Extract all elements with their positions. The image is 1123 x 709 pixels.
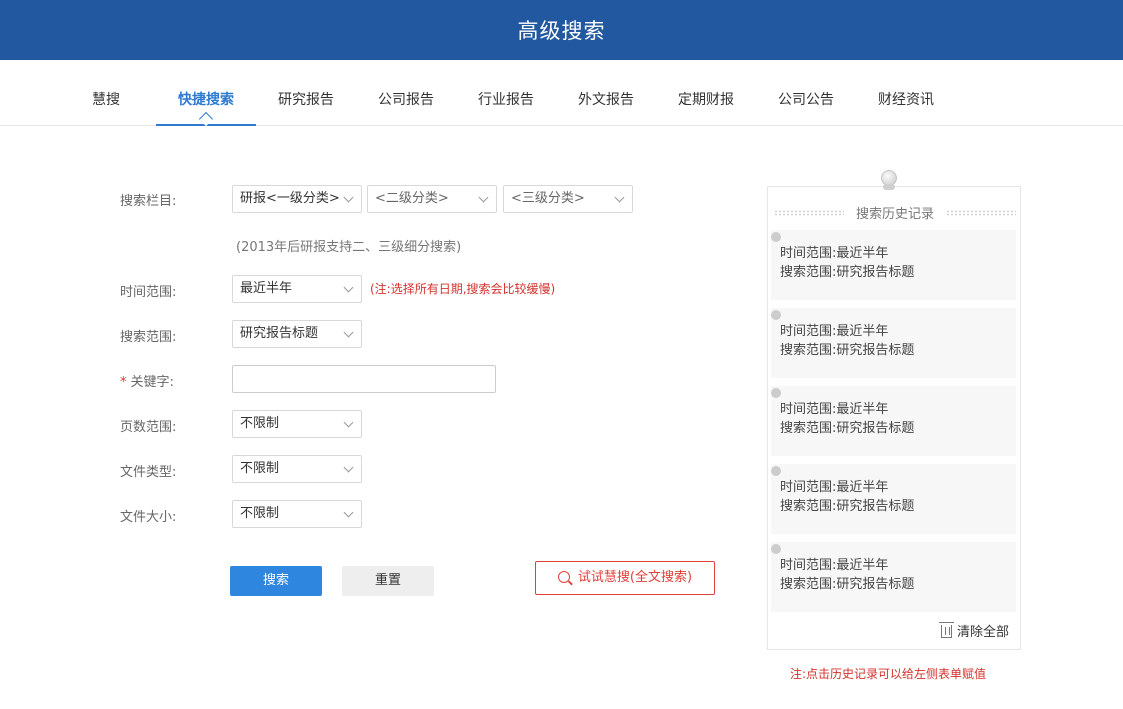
bullet-icon: [771, 466, 781, 476]
chevron-down-icon: [478, 192, 489, 203]
required-star: *: [120, 375, 127, 390]
active-tab-caret: [198, 111, 214, 127]
history-item[interactable]: 时间范围:最近半年 搜索范围:研究报告标题: [771, 230, 1016, 300]
search-scope-select[interactable]: 研究报告标题: [232, 320, 362, 348]
bullet-icon: [771, 388, 781, 398]
tab-company-announcements[interactable]: 公司公告: [766, 60, 846, 126]
bullet-icon: [771, 544, 781, 554]
time-range-select[interactable]: 最近半年: [232, 275, 362, 303]
try-huisou-button[interactable]: 试试慧搜(全文搜索): [535, 561, 715, 595]
history-scope: 搜索范围:研究报告标题: [780, 421, 915, 436]
tab-industry-reports[interactable]: 行业报告: [466, 60, 546, 126]
select-value: <二级分类>: [375, 191, 449, 206]
history-time: 时间范围:最近半年: [780, 324, 889, 339]
page-range-label: 页数范围:: [120, 420, 177, 435]
tab-quick-search[interactable]: 快捷搜索: [156, 60, 256, 127]
time-range-note: (注:选择所有日期,搜索会比较缓慢): [370, 282, 556, 296]
history-scope: 搜索范围:研究报告标题: [780, 265, 915, 280]
select-value: 研报<一级分类>: [240, 191, 340, 206]
page-header: 高级搜索: [0, 0, 1123, 60]
history-scope: 搜索范围:研究报告标题: [780, 499, 915, 514]
tab-financial-news[interactable]: 财经资讯: [866, 60, 946, 126]
page-title: 高级搜索: [517, 19, 606, 43]
reset-button[interactable]: 重置: [342, 566, 434, 596]
file-type-label: 文件类型:: [120, 465, 177, 480]
keyword-label-text: 关键字:: [130, 375, 174, 390]
tab-foreign-reports[interactable]: 外文报告: [566, 60, 646, 126]
file-size-select[interactable]: 不限制: [232, 500, 362, 528]
history-scope: 搜索范围:研究报告标题: [780, 577, 915, 592]
select-value: 研究报告标题: [240, 326, 319, 341]
category-hint: (2013年后研报支持二、三级细分搜索): [236, 240, 462, 255]
select-value: 不限制: [240, 461, 280, 476]
search-button[interactable]: 搜索: [230, 566, 322, 596]
column-label: 搜索栏目:: [120, 194, 177, 209]
search-scope-label: 搜索范围:: [120, 330, 177, 345]
chevron-down-icon: [343, 417, 354, 428]
pushpin-icon: [880, 170, 898, 192]
search-icon: [557, 571, 570, 583]
file-type-select[interactable]: 不限制: [232, 455, 362, 483]
select-value: 不限制: [240, 416, 280, 431]
tab-research-reports[interactable]: 研究报告: [266, 60, 346, 126]
trash-icon: [939, 622, 954, 638]
history-item[interactable]: 时间范围:最近半年 搜索范围:研究报告标题: [771, 386, 1016, 456]
chevron-down-icon: [343, 192, 354, 203]
history-item[interactable]: 时间范围:最近半年 搜索范围:研究报告标题: [771, 308, 1016, 378]
history-item[interactable]: 时间范围:最近半年 搜索范围:研究报告标题: [771, 542, 1016, 612]
chevron-down-icon: [343, 327, 354, 338]
clear-all-button[interactable]: 清除全部: [939, 621, 1010, 640]
select-value: 不限制: [240, 506, 280, 521]
tab-huisou[interactable]: 慧搜: [78, 60, 134, 126]
page-range-select[interactable]: 不限制: [232, 410, 362, 438]
time-range-label: 时间范围:: [120, 285, 177, 300]
select-value: <三级分类>: [511, 191, 585, 206]
clear-all-label: 清除全部: [957, 625, 1010, 640]
bullet-icon: [771, 310, 781, 320]
category-level3-select[interactable]: <三级分类>: [503, 185, 633, 213]
try-huisou-label: 试试慧搜(全文搜索): [577, 570, 693, 585]
select-value: 最近半年: [240, 281, 293, 296]
history-time: 时间范围:最近半年: [780, 558, 889, 573]
history-scope: 搜索范围:研究报告标题: [780, 343, 915, 358]
category-level2-select[interactable]: <二级分类>: [367, 185, 497, 213]
category-level1-select[interactable]: 研报<一级分类>: [232, 185, 362, 213]
tab-periodic-financials[interactable]: 定期财报: [666, 60, 746, 126]
tab-label: 快捷搜索: [178, 92, 234, 108]
history-time: 时间范围:最近半年: [780, 246, 889, 261]
title-dots-right: [946, 210, 1016, 216]
chevron-down-icon: [343, 282, 354, 293]
history-time: 时间范围:最近半年: [780, 402, 889, 417]
tab-company-reports[interactable]: 公司报告: [366, 60, 446, 126]
history-footnote: 注:点击历史记录可以给左侧表单赋值: [790, 667, 987, 681]
bullet-icon: [771, 232, 781, 242]
chevron-down-icon: [343, 507, 354, 518]
file-size-label: 文件大小:: [120, 510, 177, 525]
tab-bar: 慧搜 快捷搜索 研究报告 公司报告 行业报告 外文报告 定期财报 公司公告 财经…: [0, 60, 1123, 127]
chevron-down-icon: [343, 462, 354, 473]
history-time: 时间范围:最近半年: [780, 480, 889, 495]
history-item[interactable]: 时间范围:最近半年 搜索范围:研究报告标题: [771, 464, 1016, 534]
keyword-input[interactable]: [232, 365, 496, 393]
chevron-down-icon: [614, 192, 625, 203]
keyword-label: * 关键字:: [120, 371, 174, 390]
